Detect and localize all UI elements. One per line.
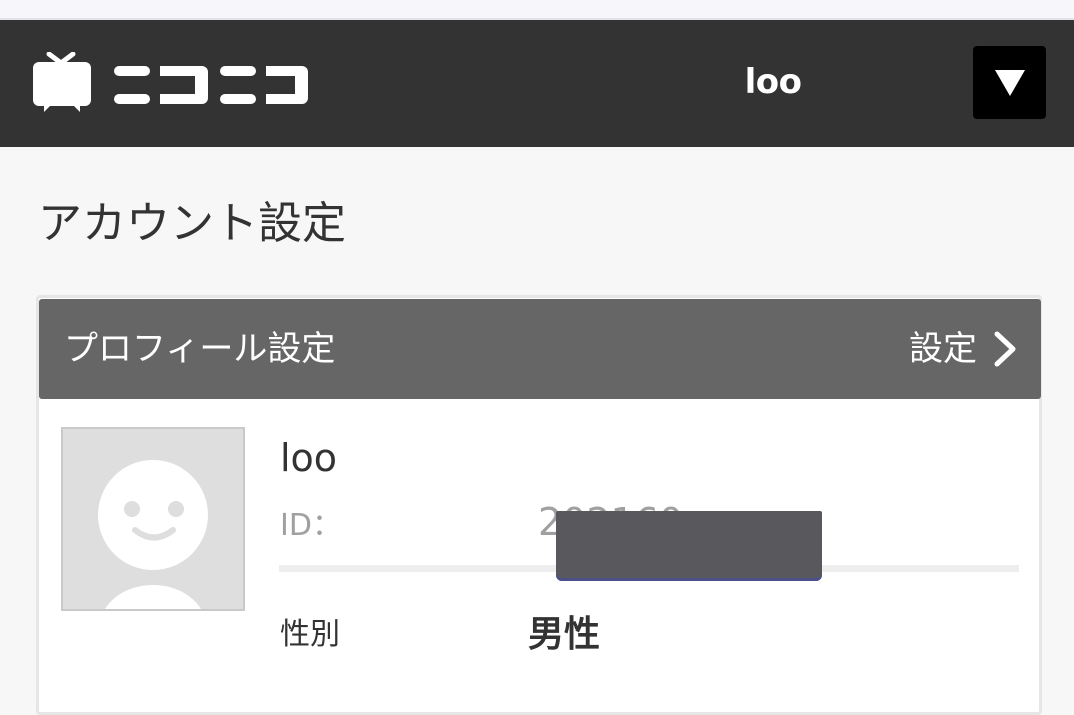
id-label: ID： xyxy=(280,508,342,543)
page-title: アカウント設定 xyxy=(38,198,346,249)
profile-settings-label: 設定 xyxy=(909,329,977,369)
menu-button[interactable] xyxy=(973,46,1046,119)
triangle-down-icon xyxy=(994,69,1025,96)
profile-avatar xyxy=(61,427,245,611)
profile-settings-link[interactable]: 設定 xyxy=(909,323,1017,375)
header-user-name: loo xyxy=(744,62,802,102)
gender-value: 男性 xyxy=(528,614,601,655)
app-header: loo xyxy=(0,20,1074,147)
profile-card-header[interactable]: プロフィール設定 設定 xyxy=(39,299,1041,399)
profile-card-title: プロフィール設定 xyxy=(64,329,336,369)
niconico-logo-mark xyxy=(33,51,308,112)
gender-label: 性別 xyxy=(280,617,340,652)
profile-name: loo xyxy=(280,436,338,480)
chevron-right-icon xyxy=(994,331,1016,367)
top-strip xyxy=(0,0,1074,20)
niconico-logo[interactable] xyxy=(32,51,322,112)
redaction-block xyxy=(556,511,822,581)
default-avatar-icon xyxy=(98,460,208,609)
